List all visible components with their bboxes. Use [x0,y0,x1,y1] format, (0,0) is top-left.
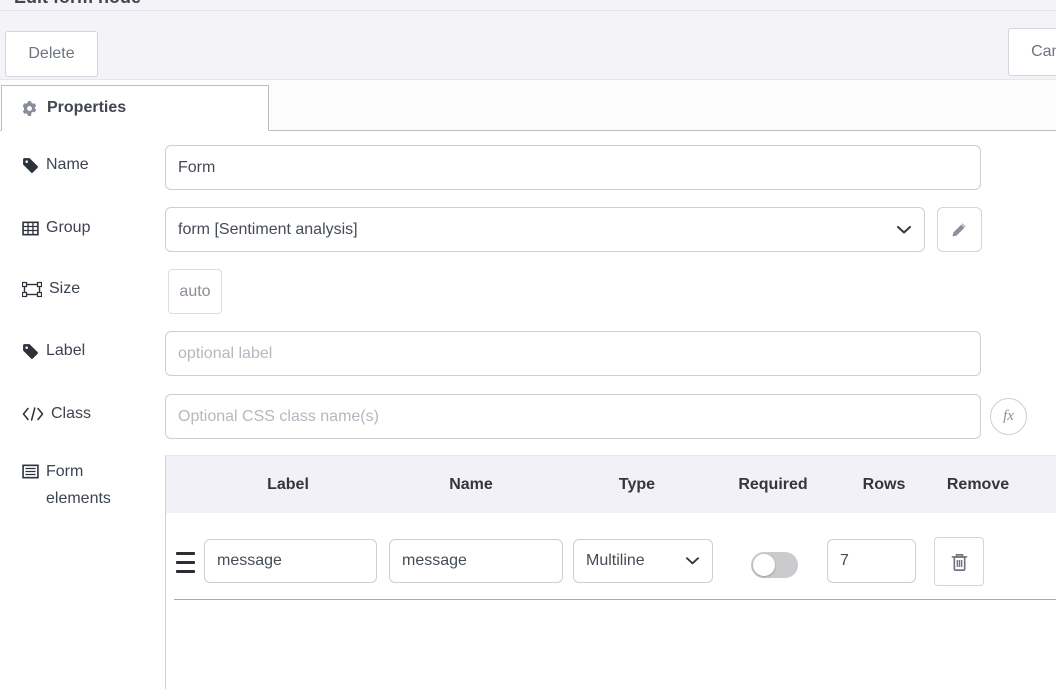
group-field-label: Group [22,219,90,237]
tag-icon [22,343,39,360]
tag-icon [22,157,39,174]
element-name-input[interactable] [389,539,563,583]
element-label-input[interactable] [204,539,377,583]
expression-fx-button[interactable]: fx [990,398,1027,435]
column-header-name: Name [449,476,493,494]
size-field-label: Size [22,280,80,298]
label-input[interactable] [165,331,981,376]
form-elements-field-label: Form elements [22,458,140,512]
element-type-value: Multiline [586,552,645,570]
list-box-icon [22,463,39,480]
dialog-toolbar: Delete Cancel [0,10,1056,80]
form-elements-table-header: Label Name Type Required Rows Remove [166,456,1056,513]
group-field-label-text: Group [46,219,90,237]
size-field-label-text: Size [49,280,80,298]
cancel-button[interactable]: Cancel [1008,28,1056,76]
edit-group-button[interactable] [937,207,982,252]
dialog-title: Edit form node [14,0,141,8]
toggle-knob [753,554,775,576]
drag-handle[interactable] [176,552,195,573]
remove-element-button[interactable] [934,537,984,586]
column-header-remove: Remove [947,476,1009,494]
label-field-label-text: Label [46,342,85,360]
chevron-down-icon [686,557,699,565]
class-field-label-text: Class [51,405,91,423]
chevron-down-icon [897,226,911,234]
row-separator [174,599,1056,600]
delete-button[interactable]: Delete [5,31,98,77]
resize-handles-icon [22,281,42,298]
code-icon [22,407,44,421]
tab-bar: Properties [0,80,1056,131]
name-field-label-text: Name [46,156,89,174]
table-grid-icon [22,220,39,237]
gear-icon [21,100,38,117]
column-header-label: Label [267,476,309,494]
column-header-rows: Rows [863,476,906,494]
element-type-select[interactable]: Multiline [573,539,713,583]
form-elements-table: Label Name Type Required Rows Remove Mul… [165,455,1056,689]
label-field-label: Label [22,342,85,360]
tab-properties-label: Properties [47,99,126,117]
size-auto-button[interactable]: auto [168,269,222,314]
form-elements-field-label-text: Form elements [46,458,140,512]
column-header-type: Type [619,476,655,494]
class-input[interactable] [165,394,981,439]
required-toggle[interactable] [751,552,798,578]
tab-properties[interactable]: Properties [1,85,269,131]
name-field-label: Name [22,156,89,174]
group-select[interactable]: form [Sentiment analysis] [165,207,925,252]
trash-icon [950,552,969,572]
pencil-icon [951,221,968,238]
group-select-value: form [Sentiment analysis] [178,221,358,239]
dialog-title-strip: Edit form node [0,0,1056,10]
name-input[interactable] [165,145,981,190]
element-rows-input[interactable] [827,539,916,583]
edit-form-node-dialog: Edit form node Delete Cancel Properties … [0,0,1056,689]
class-field-label: Class [22,405,91,423]
column-header-required: Required [738,476,807,494]
